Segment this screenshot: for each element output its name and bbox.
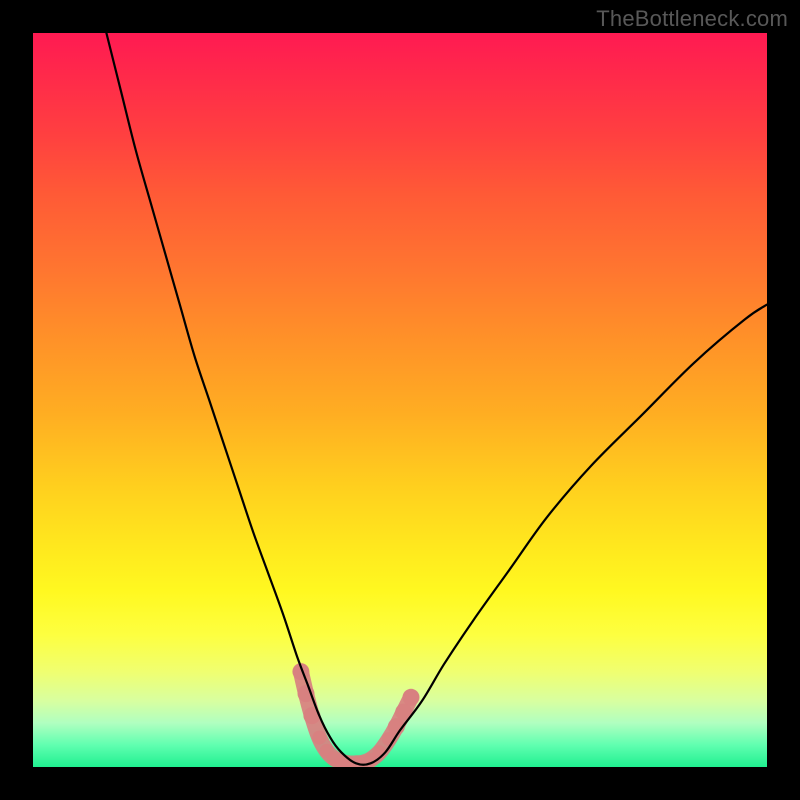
chart-svg xyxy=(33,33,767,767)
watermark-text: TheBottleneck.com xyxy=(596,6,788,32)
chart-frame: TheBottleneck.com xyxy=(0,0,800,800)
marker-dot xyxy=(312,731,326,745)
marker-dot xyxy=(403,689,420,706)
marker-layer xyxy=(292,663,419,767)
plot-area xyxy=(33,33,767,767)
bottleneck-curve xyxy=(106,33,767,765)
